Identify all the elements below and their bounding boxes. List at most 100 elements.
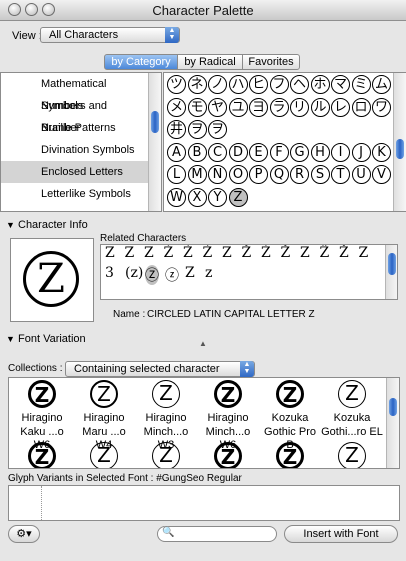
glyph-scrollbar[interactable] (393, 73, 406, 211)
glyph-cell[interactable]: Q (269, 165, 289, 184)
glyph-cell[interactable]: ヲ (187, 120, 207, 139)
category-item-selected[interactable]: Enclosed Letters (1, 161, 148, 183)
related-character[interactable]: Ž (281, 245, 291, 261)
category-scrollbar[interactable] (148, 73, 161, 211)
related-scroll-thumb[interactable] (388, 253, 396, 275)
glyph-cell[interactable]: E (249, 142, 268, 162)
glyph-cell[interactable]: W (167, 187, 186, 207)
tab-by-radical[interactable]: by Radical (177, 54, 243, 70)
font-sample-cell[interactable]: Z Hiragino Maru ...o W4 Z (73, 378, 135, 468)
related-character[interactable]: 3 (105, 265, 114, 281)
glyph-cell[interactable]: U (351, 165, 371, 184)
category-item[interactable]: Divination Symbols (1, 139, 148, 161)
glyph-cell[interactable]: P (249, 165, 268, 184)
glyph-cell[interactable]: ヤ (208, 97, 227, 117)
glyph-cell[interactable]: O (228, 165, 248, 184)
glyph-cell[interactable]: B (187, 142, 207, 162)
font-scroll-thumb[interactable] (389, 398, 397, 416)
view-popup[interactable]: All Characters ▲ ▼ (40, 27, 180, 43)
font-sample-cell[interactable]: Z Hiragino Kaku ...o W6 Z (11, 378, 73, 468)
glyph-cell[interactable]: ノ (208, 75, 227, 94)
glyph-cell[interactable]: X (187, 187, 207, 207)
related-character[interactable]: Ż (261, 245, 271, 261)
related-character[interactable]: Ż (164, 245, 174, 261)
related-character[interactable]: (z) (125, 265, 143, 281)
related-character[interactable]: Z (105, 245, 115, 261)
glyph-cell[interactable]: A (167, 142, 186, 162)
action-menu-button[interactable]: ⚙▾ (8, 525, 40, 543)
category-item[interactable]: Letterlike Symbols (1, 183, 148, 205)
glyph-cell[interactable]: ミ (351, 75, 371, 94)
font-sample-cell[interactable]: Z Hiragino Minch...o W6 Z (197, 378, 259, 468)
glyph-cell[interactable]: マ (331, 75, 350, 94)
glyph-cell[interactable]: R (290, 165, 309, 184)
glyph-cell[interactable]: フ (269, 75, 289, 94)
glyph-cell[interactable]: ワ (372, 97, 391, 117)
disclosure-triangle-icon[interactable]: ▼ (6, 334, 15, 344)
related-character[interactable]: ⓩ (165, 265, 179, 285)
glyph-cell[interactable]: F (269, 142, 289, 162)
glyph-cell[interactable]: M (187, 165, 207, 184)
glyph-cell[interactable]: G (290, 142, 309, 162)
glyph-scroll-thumb[interactable] (396, 139, 404, 159)
search-field[interactable]: 🔍 (157, 526, 277, 542)
insert-with-font-button[interactable]: Insert with Font (284, 525, 398, 543)
glyph-cell[interactable]: L (167, 165, 186, 184)
tab-favorites[interactable]: Favorites (242, 54, 300, 70)
category-item[interactable]: Braille Patterns (1, 117, 148, 139)
glyph-cell[interactable]: ヲ (208, 120, 227, 139)
glyph-cell[interactable]: ネ (187, 75, 207, 94)
related-character[interactable]: Ⓩ (145, 265, 159, 285)
glyph-cell[interactable]: S (310, 165, 330, 184)
glyph-cell[interactable]: モ (187, 97, 207, 117)
related-character[interactable]: Ź (203, 245, 213, 261)
related-character[interactable]: Ẑ (320, 245, 330, 261)
category-item[interactable]: Mathematical Symbols (1, 73, 148, 112)
glyph-cell[interactable]: Z (228, 187, 248, 207)
glyph-cell[interactable]: N (208, 165, 227, 184)
glyph-cell[interactable]: ム (372, 75, 391, 94)
related-character[interactable]: Z (222, 245, 232, 261)
related-character[interactable]: Z (125, 245, 135, 261)
splitter-handle-icon[interactable]: ▲ (199, 339, 207, 348)
glyph-cell[interactable]: ル (310, 97, 330, 117)
category-scroll-thumb[interactable] (151, 111, 159, 133)
glyph-cell[interactable]: ツ (167, 75, 186, 94)
category-item[interactable]: Numbers and Number (1, 95, 148, 134)
glyph-cell[interactable]: D (228, 142, 248, 162)
glyph-cell[interactable]: レ (331, 97, 350, 117)
font-sample-cell[interactable]: Z Kozuka Gothi...ro EL Z (321, 378, 383, 468)
collections-popup[interactable]: Containing selected character ▲ ▼ (65, 361, 255, 377)
glyph-cell[interactable]: ヨ (249, 97, 268, 117)
glyph-cell[interactable]: T (331, 165, 350, 184)
font-sample-cell[interactable]: Z Hiragino Minch...o W3 Z (135, 378, 197, 468)
related-character[interactable]: z (205, 265, 212, 281)
font-sample-cell[interactable]: Z Kozuka Gothic Pro BZ (259, 378, 321, 468)
glyph-cell[interactable]: ヒ (249, 75, 268, 94)
related-character[interactable]: Ź (183, 245, 193, 261)
disclosure-triangle-icon[interactable]: ▼ (6, 220, 15, 230)
related-character[interactable]: Z (185, 265, 195, 281)
glyph-cell[interactable]: 井 (167, 120, 186, 139)
font-scrollbar[interactable] (386, 378, 399, 468)
glyph-cell[interactable]: リ (290, 97, 309, 117)
glyph-cell[interactable]: K (372, 142, 391, 162)
related-character[interactable]: Ž (242, 245, 252, 261)
related-character[interactable]: Z (300, 245, 310, 261)
glyph-cell[interactable]: J (351, 142, 371, 162)
glyph-cell[interactable]: ヘ (290, 75, 309, 94)
tab-by-category[interactable]: by Category (104, 54, 178, 70)
glyph-cell[interactable]: ハ (228, 75, 248, 94)
related-character[interactable]: Z (144, 245, 154, 261)
glyph-cell[interactable]: ロ (351, 97, 371, 117)
glyph-cell[interactable]: V (372, 165, 391, 184)
glyph-cell[interactable]: H (310, 142, 330, 162)
related-character[interactable]: Ž (339, 245, 349, 261)
glyph-cell[interactable]: ラ (269, 97, 289, 117)
related-scrollbar[interactable] (385, 245, 397, 299)
glyph-cell[interactable]: ホ (310, 75, 330, 94)
glyph-cell[interactable]: Y (208, 187, 227, 207)
glyph-cell[interactable]: I (331, 142, 350, 162)
related-character[interactable]: Z (359, 245, 369, 261)
glyph-cell[interactable]: メ (167, 97, 186, 117)
